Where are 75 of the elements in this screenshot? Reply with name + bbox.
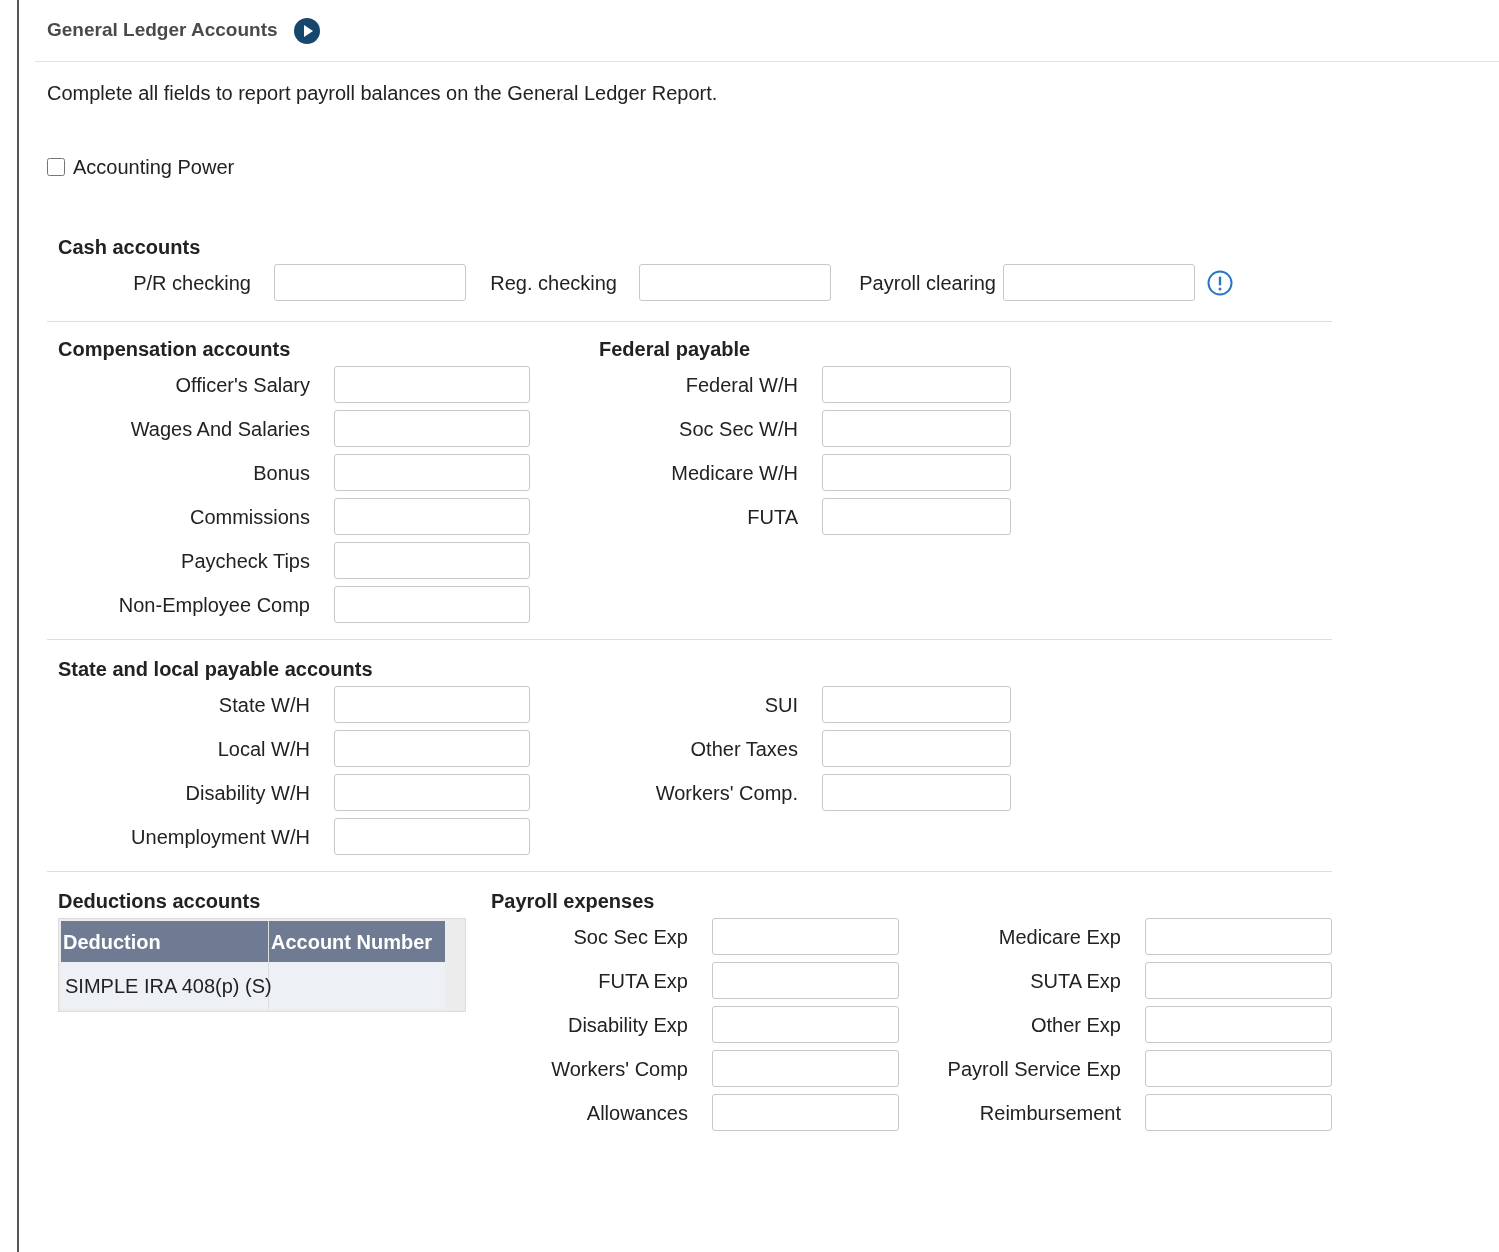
column-header: Account Number <box>269 921 445 962</box>
field-label: FUTA Exp <box>598 968 688 994</box>
input-field[interactable] <box>822 686 1011 723</box>
input-field[interactable] <box>712 962 899 999</box>
input-field[interactable] <box>1145 962 1332 999</box>
field-label: Allowances <box>586 1100 688 1126</box>
input-field[interactable] <box>334 730 530 767</box>
page-title: General Ledger Accounts <box>47 18 278 43</box>
field-label: Reg. checking <box>490 270 617 296</box>
input-field[interactable] <box>1003 264 1195 301</box>
checkbox[interactable] <box>47 158 65 176</box>
column-header: Deduction <box>61 921 269 962</box>
section-heading: Deductions accounts <box>58 889 262 914</box>
field-label: Other Exp <box>1030 1012 1121 1038</box>
input-field[interactable] <box>1145 1094 1332 1131</box>
section-heading: Cash accounts <box>58 235 202 260</box>
field-label: Federal W/H <box>685 372 798 398</box>
input-field[interactable] <box>334 586 530 623</box>
field-label: SUTA Exp <box>1030 968 1121 994</box>
field-label: Local W/H <box>217 736 310 762</box>
input-field[interactable] <box>639 264 831 301</box>
input-field[interactable] <box>822 730 1011 767</box>
input-field[interactable] <box>274 264 466 301</box>
section-heading: Compensation accounts <box>58 337 292 362</box>
checkbox-label: Accounting Power <box>73 155 235 180</box>
play-icon[interactable] <box>293 17 320 44</box>
input-field[interactable] <box>334 366 530 403</box>
table-cell: SIMPLE IRA 408(p) (S) <box>61 962 269 1009</box>
input-field[interactable] <box>822 410 1011 447</box>
input-field[interactable] <box>334 686 530 723</box>
input-field[interactable] <box>712 1050 899 1087</box>
field-label: Other Taxes <box>690 736 798 762</box>
field-label: Wages And Salaries <box>130 416 310 442</box>
input-field[interactable] <box>822 774 1011 811</box>
input-field[interactable] <box>712 1094 899 1131</box>
input-field[interactable] <box>334 498 530 535</box>
input-field[interactable] <box>334 818 530 855</box>
field-label: FUTA <box>747 504 798 530</box>
input-field[interactable] <box>1145 1050 1332 1087</box>
field-label: Payroll Service Exp <box>947 1056 1121 1082</box>
field-label: SUI <box>764 692 798 718</box>
input-field[interactable] <box>822 498 1011 535</box>
alert-icon[interactable] <box>1207 269 1233 296</box>
field-label: Commissions <box>189 504 310 530</box>
field-label: Workers' Comp <box>551 1056 688 1082</box>
field-label: State W/H <box>218 692 310 718</box>
field-label: Workers' Comp. <box>655 780 798 806</box>
input-field[interactable] <box>1145 918 1332 955</box>
input-field[interactable] <box>334 410 530 447</box>
field-label: Payroll clearing <box>859 270 996 296</box>
input-field[interactable] <box>712 918 899 955</box>
field-label: Medicare W/H <box>671 460 798 486</box>
field-label: Soc Sec W/H <box>679 416 798 442</box>
input-field[interactable] <box>822 366 1011 403</box>
section-heading: Federal payable <box>599 337 752 362</box>
instructions: Complete all fields to report payroll balances on the General Ledger Report. <box>47 81 719 106</box>
field-label: Officer's Salary <box>175 372 310 398</box>
field-label: Unemployment W/H <box>131 824 310 850</box>
input-field[interactable] <box>334 454 530 491</box>
field-label: Soc Sec Exp <box>573 924 688 950</box>
field-label: Disability Exp <box>567 1012 688 1038</box>
input-field[interactable] <box>712 1006 899 1043</box>
input-field[interactable] <box>1145 1006 1332 1043</box>
input-field[interactable] <box>334 774 530 811</box>
section-heading: Payroll expenses <box>491 889 656 914</box>
input-field[interactable] <box>822 454 1011 491</box>
input-field[interactable] <box>334 542 530 579</box>
field-label: Medicare Exp <box>998 924 1121 950</box>
field-label: Reimbursement <box>979 1100 1121 1126</box>
field-label: Bonus <box>253 460 310 486</box>
field-label: Non-Employee Comp <box>118 592 310 618</box>
field-label: P/R checking <box>133 270 251 296</box>
field-label: Paycheck Tips <box>181 548 310 574</box>
section-heading: State and local payable accounts <box>58 657 374 682</box>
field-label: Disability W/H <box>185 780 310 806</box>
